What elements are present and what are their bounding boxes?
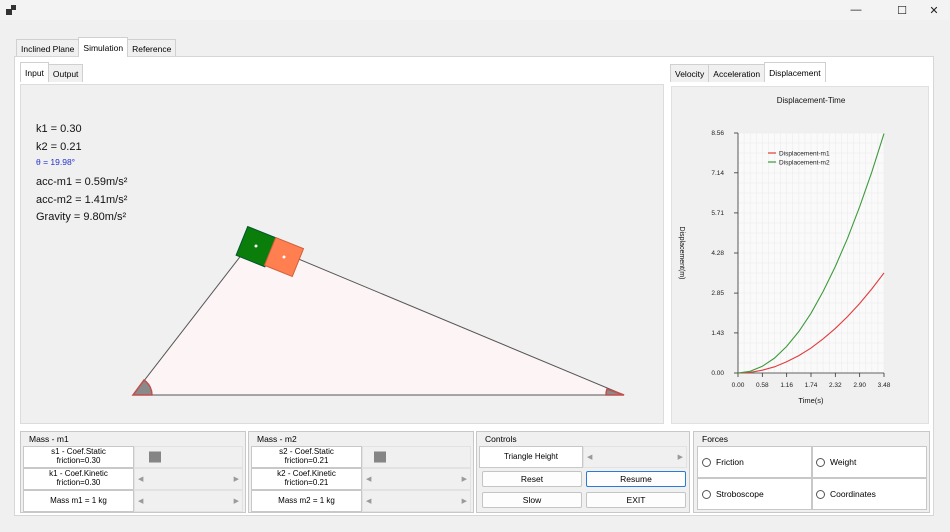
friction-radio-dot[interactable] <box>702 457 711 467</box>
k1-kinetic-slider[interactable]: ◀ ▶ <box>134 468 243 490</box>
triangle-plane <box>131 239 625 396</box>
chart-x-tick-label: 2.90 <box>853 382 866 389</box>
s2-static-slider-thumb[interactable] <box>374 451 387 463</box>
chart-x-tick-label: 1.74 <box>805 382 818 389</box>
chart-title: Displacement-Time <box>777 96 846 105</box>
chart-x-tick-label: 3.48 <box>878 382 891 389</box>
chart-y-tick-label: 2.85 <box>711 290 724 297</box>
chart-x-label: Time(s) <box>798 396 824 405</box>
chart-x-tick-label: 0.00 <box>732 382 745 389</box>
s2-static-label: s2 - Coef.Static friction=0.21 <box>251 446 362 468</box>
exit-button[interactable]: EXIT <box>586 492 686 508</box>
chart-legend-label: Displacement-m2 <box>779 159 830 166</box>
mass-m2-group: Mass - m2 s2 - Coef.Static friction=0.21… <box>248 431 474 513</box>
chart-legend-label: Displacement-m1 <box>779 150 830 157</box>
triangle-height-label: Triangle Height <box>479 446 583 468</box>
controls-group: Controls Triangle Height ◀ ▶ Reset Resume… <box>476 431 690 513</box>
s1-static-label: s1 - Coef.Static friction=0.30 <box>23 446 134 468</box>
s1-static-slider[interactable] <box>134 446 243 468</box>
forces-group: Forces Friction Weight Stroboscope Coord… <box>693 431 930 513</box>
forces-title: Forces <box>700 434 730 444</box>
slow-button[interactable]: Slow <box>482 492 582 508</box>
controls-title: Controls <box>483 434 519 444</box>
chart-x-tick-label: 0.58 <box>756 382 769 389</box>
chart-y-tick-label: 8.56 <box>711 130 724 137</box>
chart-y-label: Displacement(m) <box>678 227 685 280</box>
friction-radio[interactable]: Friction <box>702 457 744 467</box>
mass-m2-title: Mass - m2 <box>255 434 299 444</box>
chart-x-tick-label: 1.16 <box>780 382 793 389</box>
chart-y-tick-label: 0.00 <box>711 370 724 377</box>
mass-m1-title: Mass - m1 <box>27 434 71 444</box>
tab-displacement[interactable]: Displacement <box>764 62 826 82</box>
k1-kinetic-label: k1 - Coef.Kinetic friction=0.30 <box>23 468 134 490</box>
s1-static-slider-thumb[interactable] <box>149 451 162 463</box>
mass-m2-slider[interactable]: ◀ ▶ <box>362 490 471 512</box>
right-angle-marker <box>605 388 625 396</box>
stroboscope-radio[interactable]: Stroboscope <box>702 489 764 499</box>
friction-label: Friction <box>716 457 744 467</box>
displacement-chart: 0.00 1.43 2.85 4.28 5.71 7.14 8.56 0.00 0.58 1.16… <box>678 96 891 405</box>
chart-y-tick-label: 4.28 <box>711 250 724 257</box>
chart-x-tick-label: 2.32 <box>829 382 842 389</box>
chart-y-tick-label: 7.14 <box>711 170 724 177</box>
stroboscope-radio-dot[interactable] <box>702 489 711 499</box>
resume-button[interactable]: Resume <box>586 471 686 487</box>
displacement-chart-panel: 0.00 1.43 2.85 4.28 5.71 7.14 8.56 0.00 0.58 1.16… <box>671 86 929 424</box>
tab-input[interactable]: Input <box>20 62 49 82</box>
mass-m2-label: Mass m2 = 1 kg <box>251 490 362 512</box>
coordinates-radio[interactable]: Coordinates <box>816 489 876 499</box>
weight-radio[interactable]: Weight <box>816 457 856 467</box>
mass-m1-slider[interactable]: ◀ ▶ <box>134 490 243 512</box>
triangle-height-slider[interactable]: ◀ ▶ <box>583 446 687 468</box>
weight-radio-dot[interactable] <box>816 457 825 467</box>
tab-simulation[interactable]: Simulation <box>78 37 129 57</box>
coordinates-label: Coordinates <box>830 489 876 499</box>
k2-kinetic-slider[interactable]: ◀ ▶ <box>362 468 471 490</box>
s2-static-slider[interactable] <box>362 446 471 468</box>
stroboscope-label: Stroboscope <box>716 489 764 499</box>
weight-label: Weight <box>830 457 857 467</box>
mass-m1-label: Mass m1 = 1 kg <box>23 490 134 512</box>
reset-button[interactable]: Reset <box>482 471 582 487</box>
chart-y-tick-label: 1.43 <box>711 330 724 337</box>
chart-y-tick-label: 5.71 <box>711 210 724 217</box>
k2-kinetic-label: k2 - Coef.Kinetic friction=0.21 <box>251 468 362 490</box>
mass-m1-group: Mass - m1 s1 - Coef.Static friction=0.30… <box>20 431 246 513</box>
coordinates-radio-dot[interactable] <box>816 489 825 499</box>
